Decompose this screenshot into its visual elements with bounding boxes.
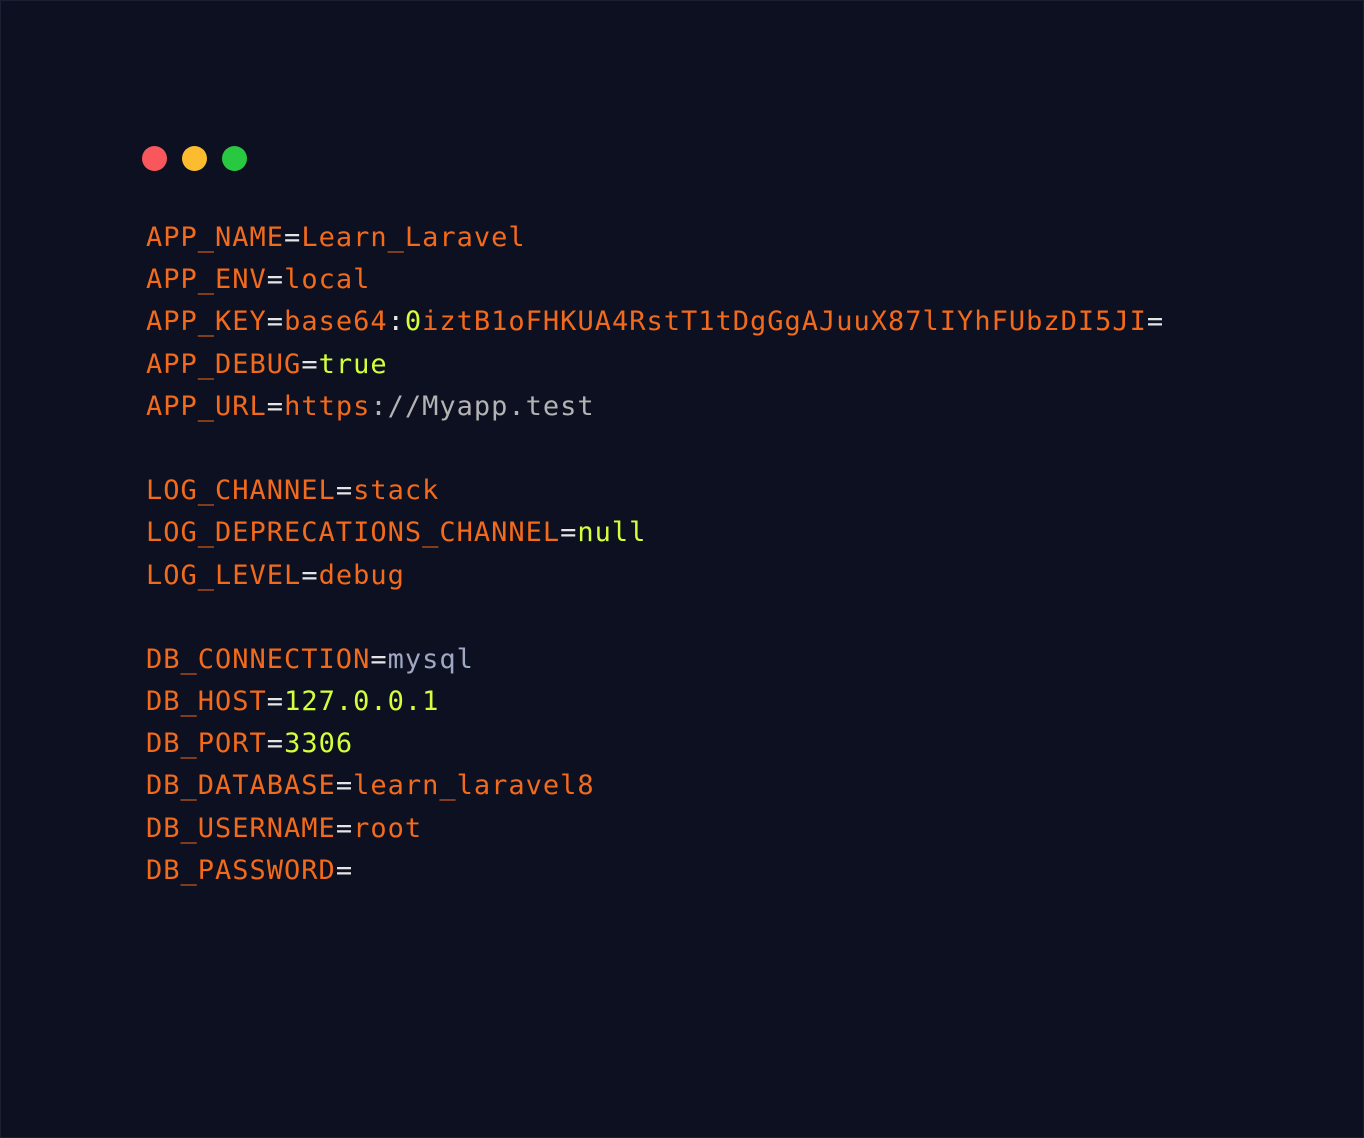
env-equals: =: [560, 517, 578, 549]
env-equals: =: [266, 686, 285, 718]
env-key: APP_URL: [146, 390, 267, 422]
env-value: 127.0.0.1: [284, 686, 440, 718]
env-key: APP_NAME: [146, 222, 285, 253]
env-equals: =: [266, 728, 285, 760]
env-line: DB_HOST=127.0.0.1: [146, 681, 1164, 723]
env-value: mysql: [387, 643, 474, 675]
env-equals: =: [266, 306, 285, 338]
env-value: 0: [404, 306, 423, 338]
env-key: DB_PORT: [146, 728, 267, 760]
env-line: LOG_LEVEL=debug: [146, 555, 1164, 597]
env-line: APP_URL=https://Myapp.test: [146, 386, 1164, 428]
env-key: DB_CONNECTION: [146, 643, 371, 675]
env-line: DB_USERNAME=root: [146, 808, 1164, 850]
env-key: DB_USERNAME: [146, 812, 336, 844]
env-line: APP_NAME=Learn_Laravel: [146, 217, 1164, 259]
code-window: APP_NAME=Learn_Laravel APP_ENV=local APP_K…: [0, 0, 1364, 1138]
env-equals: =: [284, 222, 302, 253]
env-line: LOG_CHANNEL=stack: [146, 470, 1164, 512]
env-key: APP_KEY: [146, 306, 267, 338]
close-button[interactable]: [142, 146, 167, 171]
env-equals: =: [335, 770, 354, 802]
env-key: DB_HOST: [146, 686, 267, 718]
env-line: APP_DEBUG=true: [146, 344, 1164, 386]
env-line: APP_ENV=local: [146, 259, 1164, 301]
env-key: APP_ENV: [146, 264, 267, 296]
env-value: stack: [353, 475, 440, 507]
env-value: base64: [284, 306, 388, 338]
env-value: debug: [318, 559, 405, 591]
env-key: DB_PASSWORD: [146, 854, 336, 886]
env-line: DB_CONNECTION=mysql: [146, 639, 1164, 681]
env-equals: =: [370, 643, 388, 675]
env-value: learn_laravel8: [353, 770, 595, 802]
minimize-button[interactable]: [182, 146, 207, 171]
env-value: null: [577, 517, 647, 549]
env-line: DB_PASSWORD=: [146, 850, 1164, 892]
maximize-button[interactable]: [222, 146, 247, 171]
env-equals: =: [335, 854, 354, 886]
env-equals: =: [301, 348, 319, 380]
env-value: true: [318, 348, 388, 380]
env-equals: =: [266, 390, 285, 422]
env-equals: =: [335, 475, 354, 507]
env-equals: =: [1146, 306, 1165, 338]
env-key: DB_DATABASE: [146, 770, 336, 802]
env-value: 3306: [284, 728, 354, 760]
env-value: iztB1oFHKUA4RstT1tDgGgAJuuX87lIYhFUbzDI5…: [422, 306, 1147, 338]
env-value: https: [284, 390, 371, 422]
env-key: LOG_CHANNEL: [146, 475, 336, 507]
env-line: APP_KEY=base64:0iztB1oFHKUA4RstT1tDgGgAJ…: [146, 301, 1164, 343]
env-key: LOG_DEPRECATIONS_CHANNEL: [146, 517, 561, 549]
env-line: LOG_DEPRECATIONS_CHANNEL=null: [146, 512, 1164, 554]
env-value: local: [284, 264, 371, 296]
env-equals: =: [335, 812, 354, 844]
env-equals: =: [266, 264, 285, 296]
env-code-block[interactable]: APP_NAME=Learn_Laravel APP_ENV=local APP_K…: [146, 217, 1164, 892]
env-value: :: [387, 306, 405, 338]
env-value: Learn_Laravel: [301, 222, 526, 253]
env-key: LOG_LEVEL: [146, 559, 302, 591]
env-value: root: [353, 812, 423, 844]
env-line: DB_DATABASE=learn_laravel8: [146, 765, 1164, 807]
env-value: ://Myapp.test: [370, 390, 595, 422]
window-controls: [142, 146, 247, 171]
env-equals: =: [301, 559, 319, 591]
env-key: APP_DEBUG: [146, 348, 302, 380]
env-line: DB_PORT=3306: [146, 723, 1164, 765]
